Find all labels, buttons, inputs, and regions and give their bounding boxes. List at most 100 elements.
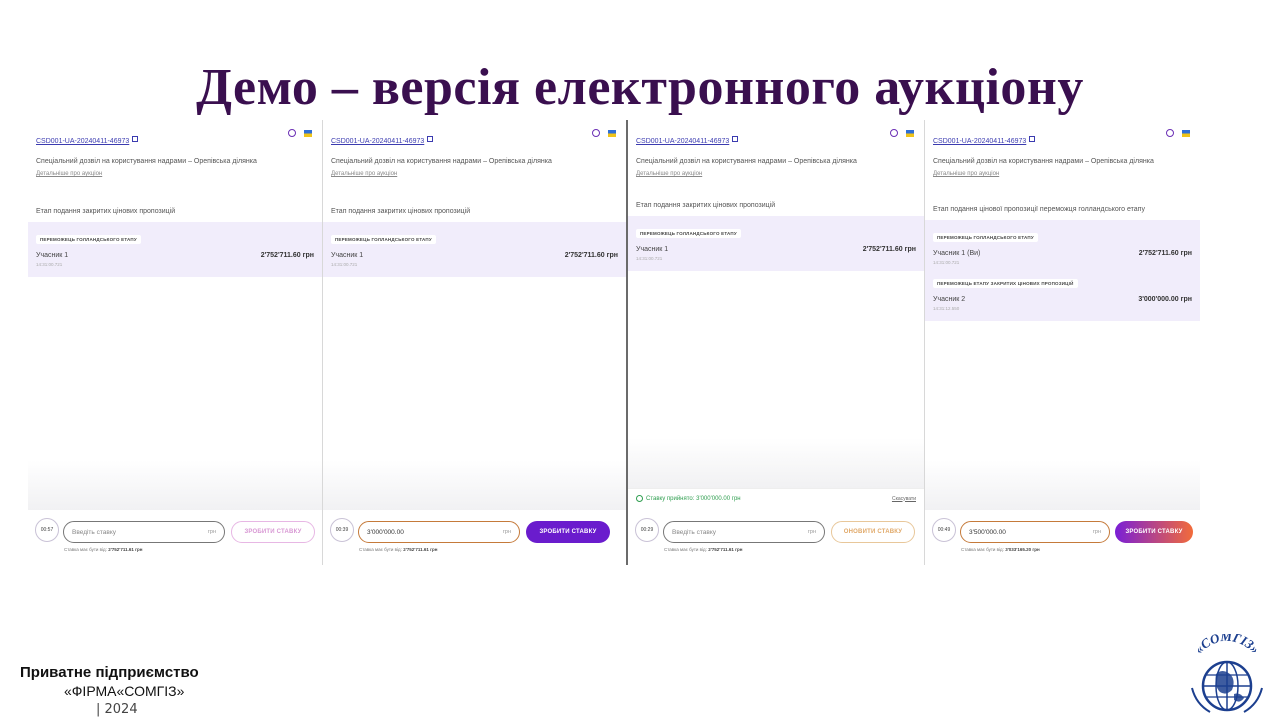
participant-time: 14:31:00.721	[331, 262, 358, 267]
auction-header: CSD001-UA-20240411-46973 Спеціальний доз…	[323, 120, 626, 206]
org-type: Приватне підприємство	[20, 664, 199, 681]
clock-icon[interactable]	[1166, 129, 1174, 137]
winner-badge: ПЕРЕМОЖЕЦЬ ГОЛЛАНДСЬКОГО ЕТАПУ	[636, 229, 741, 238]
min-bid-label: Ставка має бути від:	[961, 547, 1004, 552]
min-bid-hint: Ставка має бути від: 2'752'711.61 грн	[64, 547, 142, 552]
auction-header: CSD001-UA-20240411-46973 Спеціальний доз…	[28, 120, 322, 206]
details-link[interactable]: Детальніше про аукціон	[331, 171, 618, 177]
clock-icon[interactable]	[890, 129, 898, 137]
ukraine-flag-icon[interactable]	[1182, 129, 1190, 137]
winners-block: ПЕРЕМОЖЕЦЬ ГОЛЛАНДСЬКОГО ЕТАПУ Учасник 1…	[925, 220, 1200, 321]
min-bid-label: Ставка має бути від:	[359, 547, 402, 552]
details-link[interactable]: Детальніше про аукціон	[636, 171, 916, 177]
currency-label: грн	[207, 529, 216, 535]
participant-amount: 3'000'000.00 грн	[1138, 296, 1192, 303]
participant-amount: 2'752'711.60 грн	[564, 252, 618, 259]
bid-value: 3'000'000.00	[367, 528, 404, 536]
bid-accepted-text: Ставку прийнято: 3'000'000.00 грн	[646, 496, 741, 503]
auction-id-link[interactable]: CSD001-UA-20240411-46973	[36, 138, 129, 145]
participant-row: Учасник 1 2'752'711.60 грн	[36, 252, 314, 259]
somgiz-logo: «СОМГІЗ»	[1191, 634, 1263, 713]
auction-panel-4: CSD001-UA-20240411-46973 Спеціальний доз…	[924, 120, 1200, 565]
winners-block: ПЕРЕМОЖЕЦЬ ГОЛЛАНДСЬКОГО ЕТАПУ Учасник 1…	[628, 216, 924, 271]
participant-time: 14:31:00.721	[636, 256, 663, 261]
stage-title: Етап подання закритих цінових пропозицій	[36, 208, 176, 215]
min-bid-value: 2'752'711.61 грн	[403, 547, 438, 552]
ukraine-flag-icon[interactable]	[906, 129, 914, 137]
scroll-fade	[925, 460, 1200, 510]
scroll-fade	[28, 460, 322, 510]
winner-badge-closed-stage: ПЕРЕМОЖЕЦЬ ЕТАПУ ЗАКРИТИХ ЦІНОВИХ ПРОПОЗ…	[933, 279, 1078, 288]
min-bid-hint: Ставка має бути від: 2'752'711.61 грн	[664, 547, 742, 552]
countdown-timer: 00:39	[330, 518, 354, 542]
lot-name: Спеціальний дозвіл на користування надра…	[331, 158, 552, 165]
bid-input[interactable]: Введіть ставку грн	[63, 521, 225, 543]
participant-row: Учасник 2 3'000'000.00 грн	[933, 296, 1192, 303]
participant-row: Учасник 1 (Ви) 2'752'711.60 грн	[933, 250, 1192, 257]
ukraine-flag-icon[interactable]	[304, 129, 312, 137]
participant-row: Учасник 1 2'752'711.60 грн	[331, 252, 618, 259]
winner-badge: ПЕРЕМОЖЕЦЬ ГОЛЛАНДСЬКОГО ЕТАПУ	[36, 235, 141, 244]
make-bid-button[interactable]: ЗРОБИТИ СТАВКУ	[231, 521, 315, 543]
min-bid-label: Ставка має бути від:	[64, 547, 107, 552]
countdown-timer: 00:49	[932, 518, 956, 542]
bid-input[interactable]: 3'500'000.00 грн	[960, 521, 1110, 543]
currency-label: грн	[807, 529, 816, 535]
winners-block: ПЕРЕМОЖЕЦЬ ГОЛЛАНДСЬКОГО ЕТАПУ Учасник 1…	[323, 222, 626, 277]
bid-bar: 00:57 Введіть ставку грн ЗРОБИТИ СТАВКУ …	[28, 510, 322, 565]
countdown-timer: 00:57	[35, 518, 59, 542]
external-link-icon[interactable]	[1029, 135, 1036, 142]
participant-time: 14:31:00.721	[933, 260, 960, 265]
check-circle-icon	[636, 494, 643, 502]
participant-name: Учасник 1	[331, 252, 364, 259]
auction-header: CSD001-UA-20240411-46973 Спеціальний доз…	[628, 120, 924, 200]
cancel-bid-link[interactable]: Скасувати	[892, 496, 916, 502]
external-link-icon[interactable]	[732, 135, 739, 142]
details-link[interactable]: Детальніше про аукціон	[36, 171, 314, 177]
bid-input[interactable]: Введіть ставку грн	[663, 521, 825, 543]
update-bid-button[interactable]: ОНОВИТИ СТАВКУ	[831, 521, 915, 543]
make-bid-button[interactable]: ЗРОБИТИ СТАВКУ	[1115, 521, 1193, 543]
scroll-fade	[323, 460, 626, 510]
participant-row: Учасник 1 2'752'711.60 грн	[636, 246, 916, 253]
bid-placeholder: Введіть ставку	[72, 528, 116, 536]
bid-accepted-bar: Ставку прийнято: 3'000'000.00 грн Скасув…	[628, 488, 924, 508]
scroll-fade	[628, 438, 924, 488]
external-link-icon[interactable]	[132, 135, 139, 142]
org-name: «ФІРМА«СОМГІЗ»	[64, 683, 185, 699]
min-bid-value: 2'752'711.61 грн	[708, 547, 743, 552]
bid-value: 3'500'000.00	[969, 528, 1006, 536]
lot-name: Спеціальний дозвіл на користування надра…	[36, 158, 257, 165]
participant-amount: 2'752'711.60 грн	[260, 252, 314, 259]
stage-title: Етап подання закритих цінових пропозицій	[331, 208, 471, 215]
bid-placeholder: Введіть ставку	[672, 528, 716, 536]
external-link-icon[interactable]	[427, 135, 434, 142]
details-link[interactable]: Детальніше про аукціон	[933, 171, 1192, 177]
auction-screenshots: CSD001-UA-20240411-46973 Спеціальний доз…	[28, 120, 1200, 565]
auction-id-link[interactable]: CSD001-UA-20240411-46973	[636, 138, 729, 145]
auction-header: CSD001-UA-20240411-46973 Спеціальний доз…	[925, 120, 1200, 204]
participant-time: 14:31:00.721	[36, 262, 63, 267]
participant-name: Учасник 1	[636, 246, 669, 253]
participant-time: 14:31:12.550	[933, 306, 960, 311]
min-bid-label: Ставка має бути від:	[664, 547, 707, 552]
bid-bar: 00:39 3'000'000.00 грн ЗРОБИТИ СТАВКУ Ст…	[323, 510, 626, 565]
clock-icon[interactable]	[592, 129, 600, 137]
ukraine-flag-icon[interactable]	[608, 129, 616, 137]
countdown-timer: 00:29	[635, 518, 659, 542]
min-bid-value: 2'752'711.61 грн	[108, 547, 143, 552]
lot-name: Спеціальний дозвіл на користування надра…	[636, 158, 857, 165]
min-bid-value: 3'033'165.20 грн	[1005, 547, 1040, 552]
clock-icon[interactable]	[288, 129, 296, 137]
lot-name: Спеціальний дозвіл на користування надра…	[933, 158, 1154, 165]
bid-bar: 00:29 Введіть ставку грн ОНОВИТИ СТАВКУ …	[628, 510, 924, 565]
auction-panel-3: CSD001-UA-20240411-46973 Спеціальний доз…	[626, 120, 924, 565]
min-bid-hint: Ставка має бути від: 3'033'165.20 грн	[961, 547, 1040, 552]
bid-input[interactable]: 3'000'000.00 грн	[358, 521, 520, 543]
auction-id-link[interactable]: CSD001-UA-20240411-46973	[331, 138, 424, 145]
participant-amount: 2'752'711.60 грн	[862, 246, 916, 253]
bid-bar: 00:49 3'500'000.00 грн ЗРОБИТИ СТАВКУ Ст…	[925, 510, 1200, 565]
make-bid-button[interactable]: ЗРОБИТИ СТАВКУ	[526, 521, 610, 543]
slide-title: Демо – версія електронного аукціону	[196, 59, 1084, 116]
auction-id-link[interactable]: CSD001-UA-20240411-46973	[933, 138, 1026, 145]
